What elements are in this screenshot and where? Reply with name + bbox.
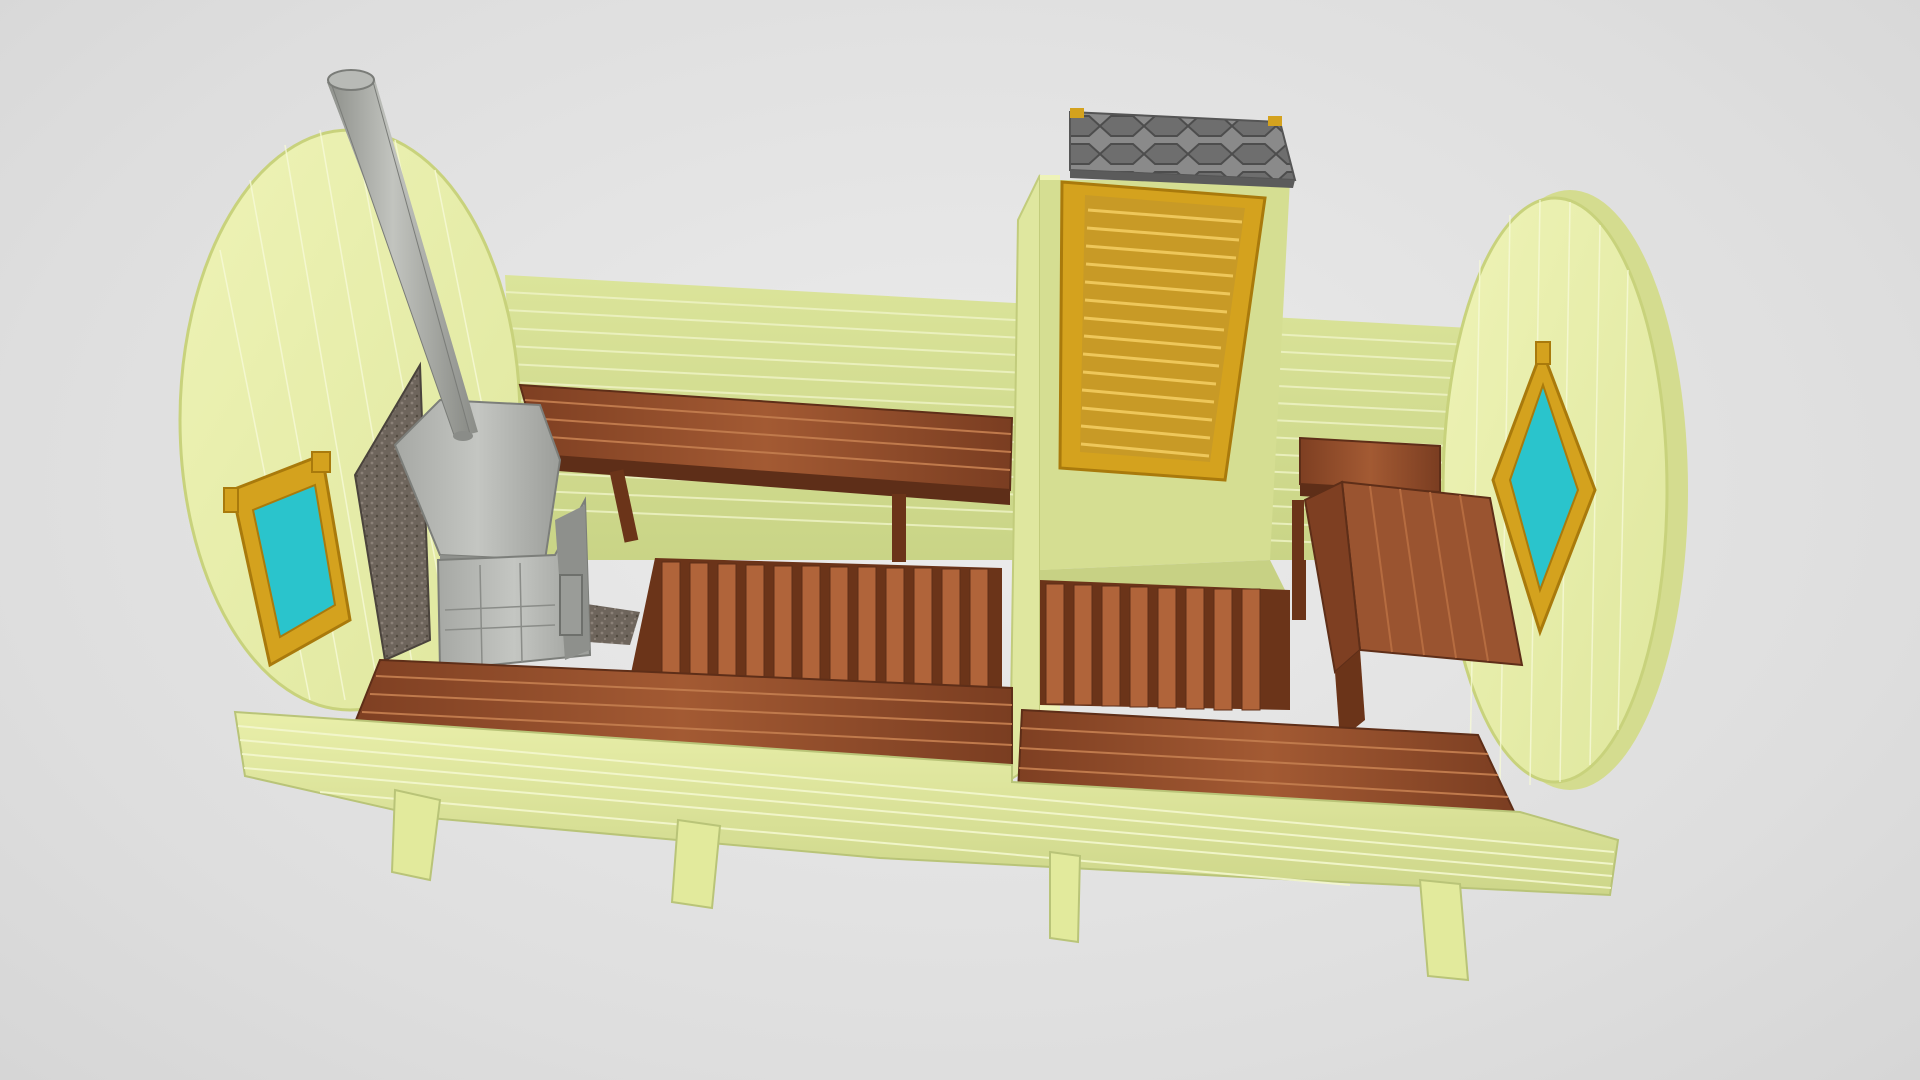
roof-stone-block (1069, 108, 1297, 188)
model-viewer[interactable] (0, 0, 1920, 1080)
sauna-model-canvas[interactable] (0, 0, 1920, 1080)
duckboard-floor-right (1040, 580, 1290, 711)
duckboard-floor-left (630, 558, 1002, 690)
